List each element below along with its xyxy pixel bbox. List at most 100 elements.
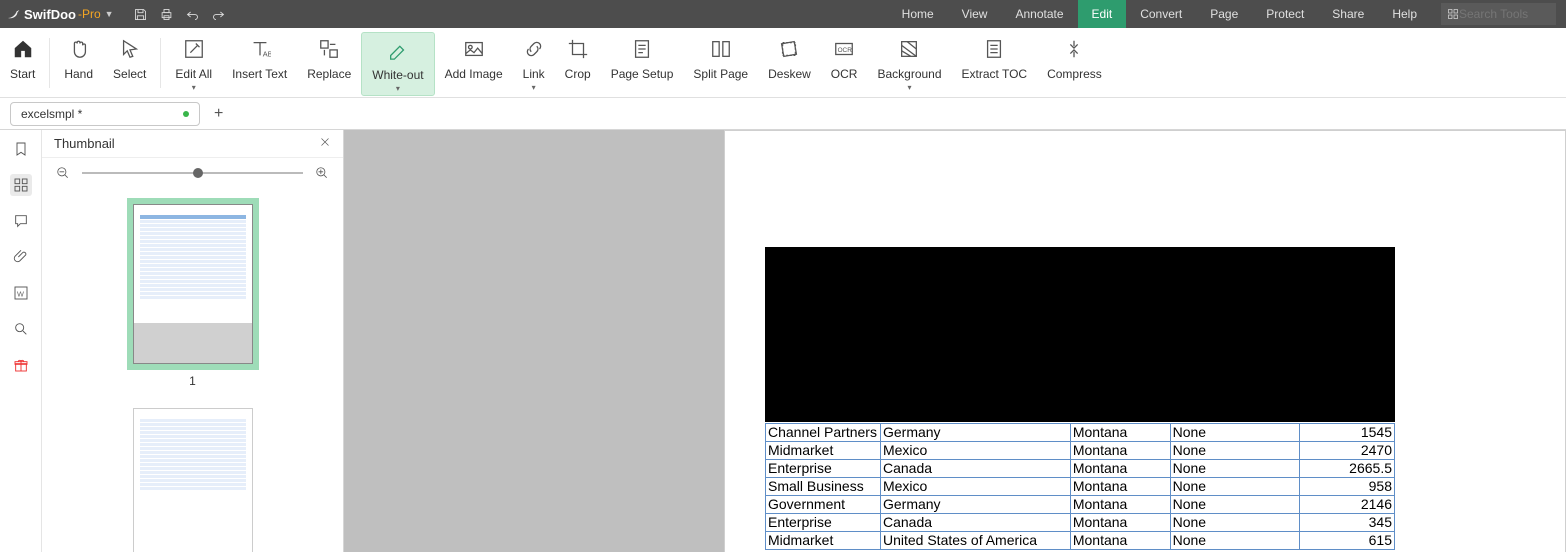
cell-value: 615: [1300, 532, 1395, 550]
menu-protect[interactable]: Protect: [1252, 0, 1318, 28]
undo-button[interactable]: [180, 0, 206, 28]
cell-segment: Channel Partners: [766, 424, 881, 442]
print-button[interactable]: [154, 0, 180, 28]
ribbon-page-setup[interactable]: Page Setup: [601, 32, 684, 96]
undo-icon: [185, 7, 200, 22]
ribbon-hand[interactable]: Hand: [54, 32, 103, 96]
menu-help[interactable]: Help: [1378, 0, 1431, 28]
cell-country: Canada: [880, 460, 1070, 478]
comments-button[interactable]: [10, 210, 32, 232]
ribbon-deskew[interactable]: Deskew: [758, 32, 821, 96]
app-name: SwifDoo: [24, 7, 76, 22]
ribbon-white-out[interactable]: White-out ▾: [361, 32, 434, 96]
main-area: W Thumbnail 1: [0, 130, 1566, 552]
modified-indicator: [183, 111, 189, 117]
pencil-box-icon: [183, 38, 205, 60]
zoom-in-button[interactable]: [313, 164, 331, 182]
attachments-button[interactable]: [10, 246, 32, 268]
menu-convert[interactable]: Convert: [1126, 0, 1196, 28]
menu-annotate[interactable]: Annotate: [1001, 0, 1077, 28]
ocr-icon: OCR: [833, 38, 855, 60]
cell-product: Montana: [1070, 478, 1170, 496]
thumbnail-page-2[interactable]: [133, 408, 253, 552]
find-button[interactable]: [10, 318, 32, 340]
zoom-out-button[interactable]: [54, 164, 72, 182]
cell-value: 345: [1300, 514, 1395, 532]
ribbon-edit-all[interactable]: Edit All ▾: [165, 32, 222, 96]
thumbnail-page-1[interactable]: 1: [127, 198, 259, 388]
ribbon-link[interactable]: Link ▾: [513, 32, 555, 96]
cell-value: 2470: [1300, 442, 1395, 460]
thumbnail-title: Thumbnail: [54, 136, 115, 151]
ribbon-add-image[interactable]: Add Image: [435, 32, 513, 96]
zoom-slider-knob[interactable]: [193, 168, 203, 178]
app-logo: SwifDoo -Pro ▼: [0, 6, 128, 22]
cell-segment: Government: [766, 496, 881, 514]
save-button[interactable]: [128, 0, 154, 28]
toc-icon: [983, 38, 1005, 60]
cell-product: Montana: [1070, 496, 1170, 514]
cell-value: 1545: [1300, 424, 1395, 442]
menu-page[interactable]: Page: [1196, 0, 1252, 28]
cell-discount: None: [1170, 442, 1300, 460]
cell-segment: Enterprise: [766, 460, 881, 478]
bookmarks-button[interactable]: [10, 138, 32, 160]
cell-discount: None: [1170, 514, 1300, 532]
table-row: EnterpriseCanadaMontanaNone345: [766, 514, 1395, 532]
cell-value: 2146: [1300, 496, 1395, 514]
ribbon-start[interactable]: Start: [0, 32, 45, 96]
cell-value: 958: [1300, 478, 1395, 496]
menu-view[interactable]: View: [948, 0, 1002, 28]
menu-home[interactable]: Home: [888, 0, 948, 28]
add-tab-button[interactable]: +: [214, 105, 223, 123]
ribbon-select[interactable]: Select: [103, 32, 156, 96]
thumbnails-button[interactable]: [10, 174, 32, 196]
search-tools[interactable]: [1441, 3, 1556, 25]
ribbon-extract-toc[interactable]: Extract TOC: [952, 32, 1038, 96]
cell-discount: None: [1170, 532, 1300, 550]
table-row: MidmarketMexicoMontanaNone2470: [766, 442, 1395, 460]
save-icon: [133, 7, 148, 22]
cell-segment: Enterprise: [766, 514, 881, 532]
ribbon-split-page[interactable]: Split Page: [683, 32, 758, 96]
ribbon-replace[interactable]: Replace: [297, 32, 361, 96]
background-icon: [898, 38, 920, 60]
tab-strip: excelsmpl * +: [0, 98, 1566, 130]
cell-product: Montana: [1070, 424, 1170, 442]
ribbon-insert-text[interactable]: AB Insert Text: [222, 32, 297, 96]
zoom-slider[interactable]: [82, 172, 303, 174]
document-tab[interactable]: excelsmpl *: [10, 102, 200, 126]
gift-button[interactable]: [10, 354, 32, 376]
compress-icon: [1063, 38, 1085, 60]
menubar: SwifDoo -Pro ▼ Home View Annotate Edit C…: [0, 0, 1566, 28]
table-row: Channel PartnersGermanyMontanaNone1545: [766, 424, 1395, 442]
cell-discount: None: [1170, 424, 1300, 442]
ribbon-crop[interactable]: Crop: [555, 32, 601, 96]
svg-text:W: W: [17, 289, 24, 298]
document-canvas[interactable]: Channel PartnersGermanyMontanaNone1545Mi…: [344, 130, 1566, 552]
redo-button[interactable]: [206, 0, 232, 28]
whiteout-redaction-box[interactable]: [765, 247, 1395, 422]
home-icon: [12, 38, 34, 60]
ribbon-background[interactable]: Background ▾: [867, 32, 951, 96]
print-icon: [159, 7, 174, 22]
pagesetup-icon: [631, 38, 653, 60]
ribbon-ocr[interactable]: OCR OCR: [821, 32, 868, 96]
cell-product: Montana: [1070, 460, 1170, 478]
menu-edit[interactable]: Edit: [1078, 0, 1127, 28]
menu-share[interactable]: Share: [1318, 0, 1378, 28]
table-row: GovernmentGermanyMontanaNone2146: [766, 496, 1395, 514]
app-menu-dropdown[interactable]: ▼: [105, 9, 114, 19]
eraser-icon: [387, 39, 409, 61]
word-export-button[interactable]: W: [10, 282, 32, 304]
thumbnail-zoom: [42, 158, 343, 188]
replace-icon: [318, 38, 340, 60]
chevron-down-icon: ▾: [907, 83, 911, 92]
close-thumbnail-button[interactable]: [319, 136, 331, 151]
cell-segment: Midmarket: [766, 532, 881, 550]
split-icon: [710, 38, 732, 60]
search-input[interactable]: [1459, 7, 1539, 21]
thumbnail-panel: Thumbnail 1: [42, 130, 344, 552]
chevron-down-icon: ▾: [532, 83, 536, 92]
ribbon-compress[interactable]: Compress: [1037, 32, 1112, 96]
